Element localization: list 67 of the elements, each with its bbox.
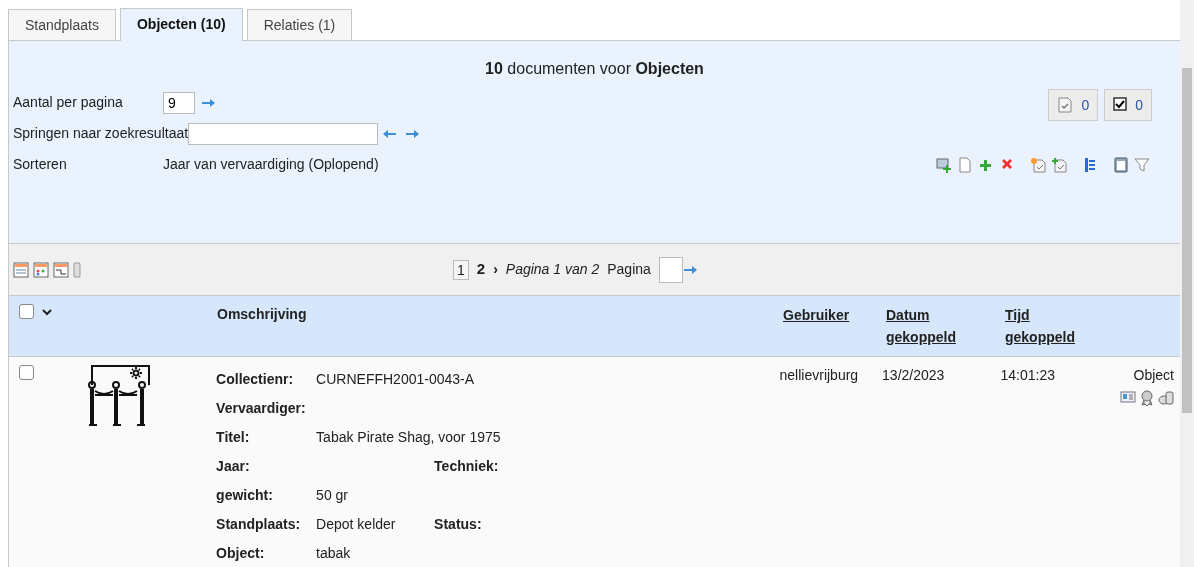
field-label: Standplaats: bbox=[216, 515, 302, 534]
page-info: Pagina 1 van 2 bbox=[505, 260, 600, 279]
field-value: 50 gr bbox=[316, 486, 350, 505]
grid-view-icon[interactable] bbox=[33, 261, 49, 278]
sparkle-document-icon[interactable] bbox=[1030, 157, 1046, 173]
per-page-input[interactable]: 9 bbox=[163, 91, 195, 114]
field-value: tabak bbox=[316, 544, 352, 563]
add-document-icon[interactable] bbox=[1051, 157, 1067, 173]
arrow-right-icon[interactable] bbox=[405, 127, 421, 140]
checkbox[interactable] bbox=[19, 304, 34, 319]
tab[interactable]: Relaties (1) bbox=[246, 9, 353, 40]
field-label: Sorteren bbox=[13, 155, 68, 174]
coins-icon[interactable] bbox=[1158, 390, 1174, 406]
filter-icon[interactable] bbox=[1134, 157, 1150, 173]
list-view-icon[interactable] bbox=[13, 261, 29, 278]
page-label: Pagina bbox=[607, 260, 651, 279]
report-icon[interactable] bbox=[1113, 157, 1129, 173]
field-label: Techniek: bbox=[434, 457, 500, 476]
checkbox-icon bbox=[1113, 97, 1128, 113]
arrow-right-icon[interactable] bbox=[201, 96, 216, 109]
jump-input[interactable] bbox=[188, 122, 379, 145]
page-input[interactable] bbox=[658, 256, 683, 283]
tree-icon[interactable] bbox=[1082, 157, 1098, 173]
column-header: Omschrijving bbox=[217, 305, 307, 324]
field-label: Jaar: bbox=[216, 457, 251, 476]
sort-value: Jaar van vervaardiging (Oplopend) bbox=[163, 155, 379, 174]
scrollbar[interactable] bbox=[1180, 0, 1194, 567]
field-value: Depot kelder bbox=[316, 515, 397, 534]
user-cell-text: nellievrijburg bbox=[779, 366, 860, 385]
page-link[interactable]: 2 bbox=[476, 258, 486, 281]
counter-button[interactable]: 0 bbox=[1048, 89, 1099, 121]
date-cell-text: 13/2/2023 bbox=[882, 366, 946, 385]
arrow-left-icon[interactable] bbox=[382, 127, 398, 140]
field-label: Status: bbox=[434, 515, 483, 534]
award-icon[interactable] bbox=[1140, 390, 1154, 406]
document-check-icon bbox=[1057, 97, 1074, 113]
scrollbar-thumb[interactable] bbox=[1182, 68, 1192, 413]
arrow-right-icon[interactable] bbox=[682, 263, 698, 276]
field-label: gewicht: bbox=[216, 486, 274, 505]
page-link[interactable]: 1 bbox=[453, 259, 469, 280]
checkbox[interactable] bbox=[19, 365, 34, 380]
type-cell-text: Object bbox=[1132, 366, 1174, 385]
field-label: Springen naar zoekresultaat bbox=[13, 124, 189, 143]
field-value: Tabak Pirate Shag, voor 1975 bbox=[316, 428, 502, 447]
card-icon[interactable] bbox=[1120, 390, 1136, 404]
document-icon[interactable] bbox=[957, 157, 973, 173]
results-heading: 10 documenten voor Objecten bbox=[484, 59, 705, 79]
field-label: Object: bbox=[216, 544, 266, 563]
next-page-link[interactable]: › bbox=[493, 259, 498, 280]
chevron-down-icon[interactable] bbox=[42, 309, 52, 317]
field-label: Titel: bbox=[216, 428, 251, 447]
field-label: Vervaardiger: bbox=[216, 399, 307, 418]
tab[interactable]: Objecten (10) bbox=[119, 8, 243, 41]
museum-exhibit-icon bbox=[86, 365, 152, 427]
time-cell-text: 14:01:23 bbox=[1000, 366, 1057, 385]
field-value: CURNEFFH2001-0043-A bbox=[316, 370, 476, 389]
field-label: Collectienr: bbox=[216, 370, 295, 389]
scroll-handle-icon[interactable] bbox=[73, 261, 81, 278]
column-sort-link[interactable]: Tijd gekoppeld bbox=[1005, 304, 1075, 348]
plus-icon[interactable] bbox=[978, 157, 994, 173]
column-sort-link[interactable]: Gebruiker bbox=[783, 304, 850, 326]
tab[interactable]: Standplaats bbox=[8, 9, 116, 40]
image-add-icon[interactable] bbox=[936, 157, 952, 173]
tree-view-icon[interactable] bbox=[53, 261, 69, 278]
counter-button[interactable]: 0 bbox=[1104, 89, 1152, 121]
column-sort-link[interactable]: Datum gekoppeld bbox=[886, 304, 956, 348]
field-label: Aantal per pagina bbox=[13, 93, 124, 112]
